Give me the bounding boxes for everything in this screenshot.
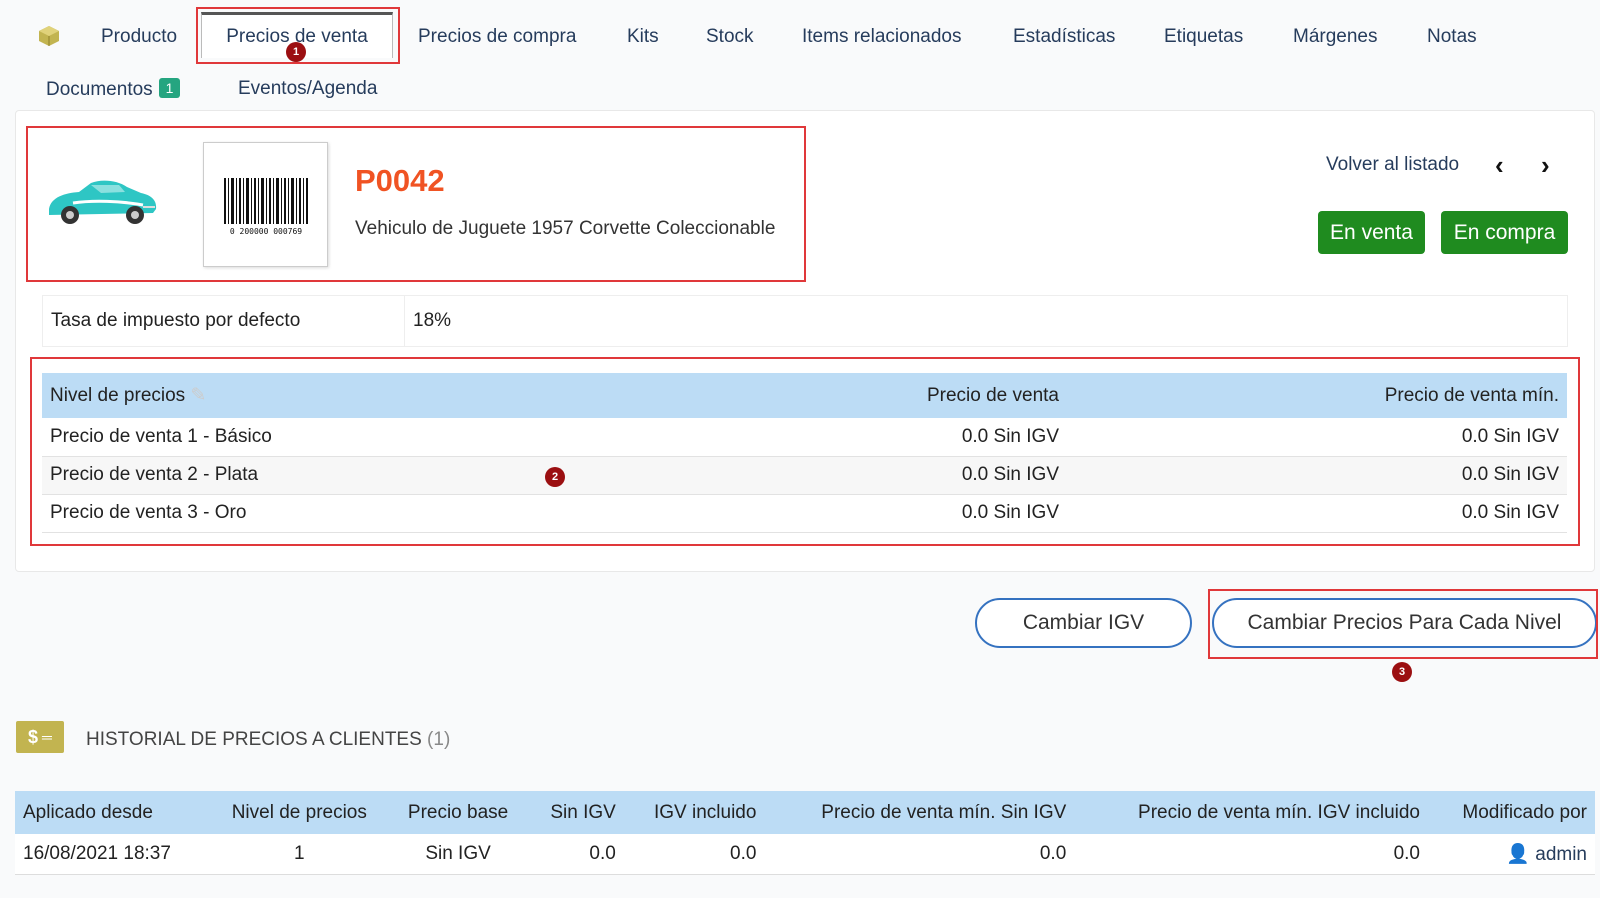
table-row: Precio de venta 1 - Básico 0.0 Sin IGV 0… (42, 418, 1567, 457)
sell-price-value: 0.0 Sin IGV (547, 418, 1067, 457)
price-level-name: Precio de venta 3 - Oro (42, 494, 547, 533)
history-price-ht: 0.0 (527, 834, 624, 875)
step-marker-2: 2 (545, 467, 565, 487)
tab-etiquetas[interactable]: Etiquetas (1164, 26, 1243, 48)
history-header: Sin IGV (527, 791, 624, 834)
price-level-name: Precio de venta 1 - Básico (42, 418, 547, 457)
tab-eventos[interactable]: Eventos/Agenda (238, 78, 377, 100)
product-label: Vehiculo de Juguete 1957 Corvette Colecc… (355, 218, 776, 239)
documents-count-badge: 1 (158, 78, 181, 98)
table-row: 16/08/2021 18:37 1 Sin IGV 0.0 0.0 0.0 0… (15, 834, 1595, 875)
on-sale-status-button[interactable]: En venta (1318, 211, 1425, 254)
price-level-name: Precio de venta 2 - Plata (42, 456, 547, 495)
history-min-ttc: 0.0 (1074, 834, 1428, 875)
min-sell-price-value: 0.0 Sin IGV (1067, 494, 1567, 533)
default-tax-row: Tasa de impuesto por defecto 18% (42, 295, 1568, 347)
tab-stock[interactable]: Stock (706, 26, 754, 48)
user-icon: 👤 (1506, 843, 1530, 865)
price-history-icon: $ ═ (16, 721, 64, 753)
history-header: Nivel de precios (209, 791, 390, 834)
table-row: Precio de venta 2 - Plata 0.0 Sin IGV 0.… (42, 456, 1567, 495)
price-levels-table: Nivel de precios ✎ Precio de venta Preci… (42, 373, 1567, 533)
sell-price-header: Precio de venta (547, 373, 1067, 418)
sell-price-value: 0.0 Sin IGV (547, 494, 1067, 533)
history-min-ht: 0.0 (764, 834, 1075, 875)
step-marker-1: 1 (286, 42, 306, 62)
step-marker-3: 3 (1392, 662, 1412, 682)
tab-notas[interactable]: Notas (1427, 26, 1477, 48)
tab-precios-compra[interactable]: Precios de compra (418, 26, 576, 48)
history-user-cell: 👤 admin (1428, 834, 1595, 875)
history-header: Precio de venta mín. IGV incluido (1074, 791, 1428, 834)
price-level-header: Nivel de precios ✎ (42, 373, 547, 418)
tab-items-relacionados[interactable]: Items relacionados (802, 26, 961, 48)
tab-documentos-label: Documentos (46, 79, 153, 100)
min-sell-price-value: 0.0 Sin IGV (1067, 418, 1567, 457)
tax-value: 18% (413, 310, 452, 331)
history-base: Sin IGV (389, 834, 528, 875)
tab-producto[interactable]: Producto (101, 26, 177, 48)
chevron-right-icon[interactable]: › (1541, 150, 1550, 181)
history-header: Precio de venta mín. Sin IGV (764, 791, 1075, 834)
tab-estadisticas[interactable]: Estadísticas (1013, 26, 1115, 48)
min-sell-price-header: Precio de venta mín. (1067, 373, 1567, 418)
barcode-image: 0 200000 000769 (203, 142, 328, 267)
change-prices-per-level-button[interactable]: Cambiar Precios Para Cada Nivel (1212, 598, 1597, 648)
change-vat-button[interactable]: Cambiar IGV (975, 598, 1192, 648)
min-sell-price-value: 0.0 Sin IGV (1067, 456, 1567, 495)
price-history-count: (1) (427, 729, 451, 750)
barcode-number: 0 200000 000769 (229, 227, 301, 236)
product-ref: P0042 (355, 163, 445, 198)
chevron-left-icon[interactable]: ‹ (1495, 150, 1504, 181)
tab-kits[interactable]: Kits (627, 26, 659, 48)
history-header: IGV incluido (623, 791, 765, 834)
pencil-icon[interactable]: ✎ (190, 385, 206, 406)
price-history-title: HISTORIAL DE PRECIOS A CLIENTES (1) (86, 729, 451, 750)
tab-documentos[interactable]: Documentos 1 (46, 78, 181, 101)
history-header: Aplicado desde (15, 791, 210, 834)
back-to-list-link[interactable]: Volver al listado (1326, 154, 1459, 176)
user-link[interactable]: admin (1535, 844, 1587, 865)
box-icon (37, 24, 61, 53)
history-date: 16/08/2021 18:37 (15, 834, 210, 875)
history-level: 1 (209, 834, 390, 875)
tab-margenes[interactable]: Márgenes (1293, 26, 1378, 48)
table-row: Precio de venta 3 - Oro 0.0 Sin IGV 0.0 … (42, 494, 1567, 533)
history-price-ttc: 0.0 (623, 834, 765, 875)
history-header: Modificado por (1428, 791, 1595, 834)
history-header: Precio base (389, 791, 528, 834)
tax-label: Tasa de impuesto por defecto (43, 296, 405, 346)
product-photo (41, 145, 161, 255)
sell-price-value: 0.0 Sin IGV (547, 456, 1067, 495)
price-history-table: Aplicado desde Nivel de precios Precio b… (15, 791, 1595, 875)
on-purchase-status-button[interactable]: En compra (1441, 211, 1568, 254)
